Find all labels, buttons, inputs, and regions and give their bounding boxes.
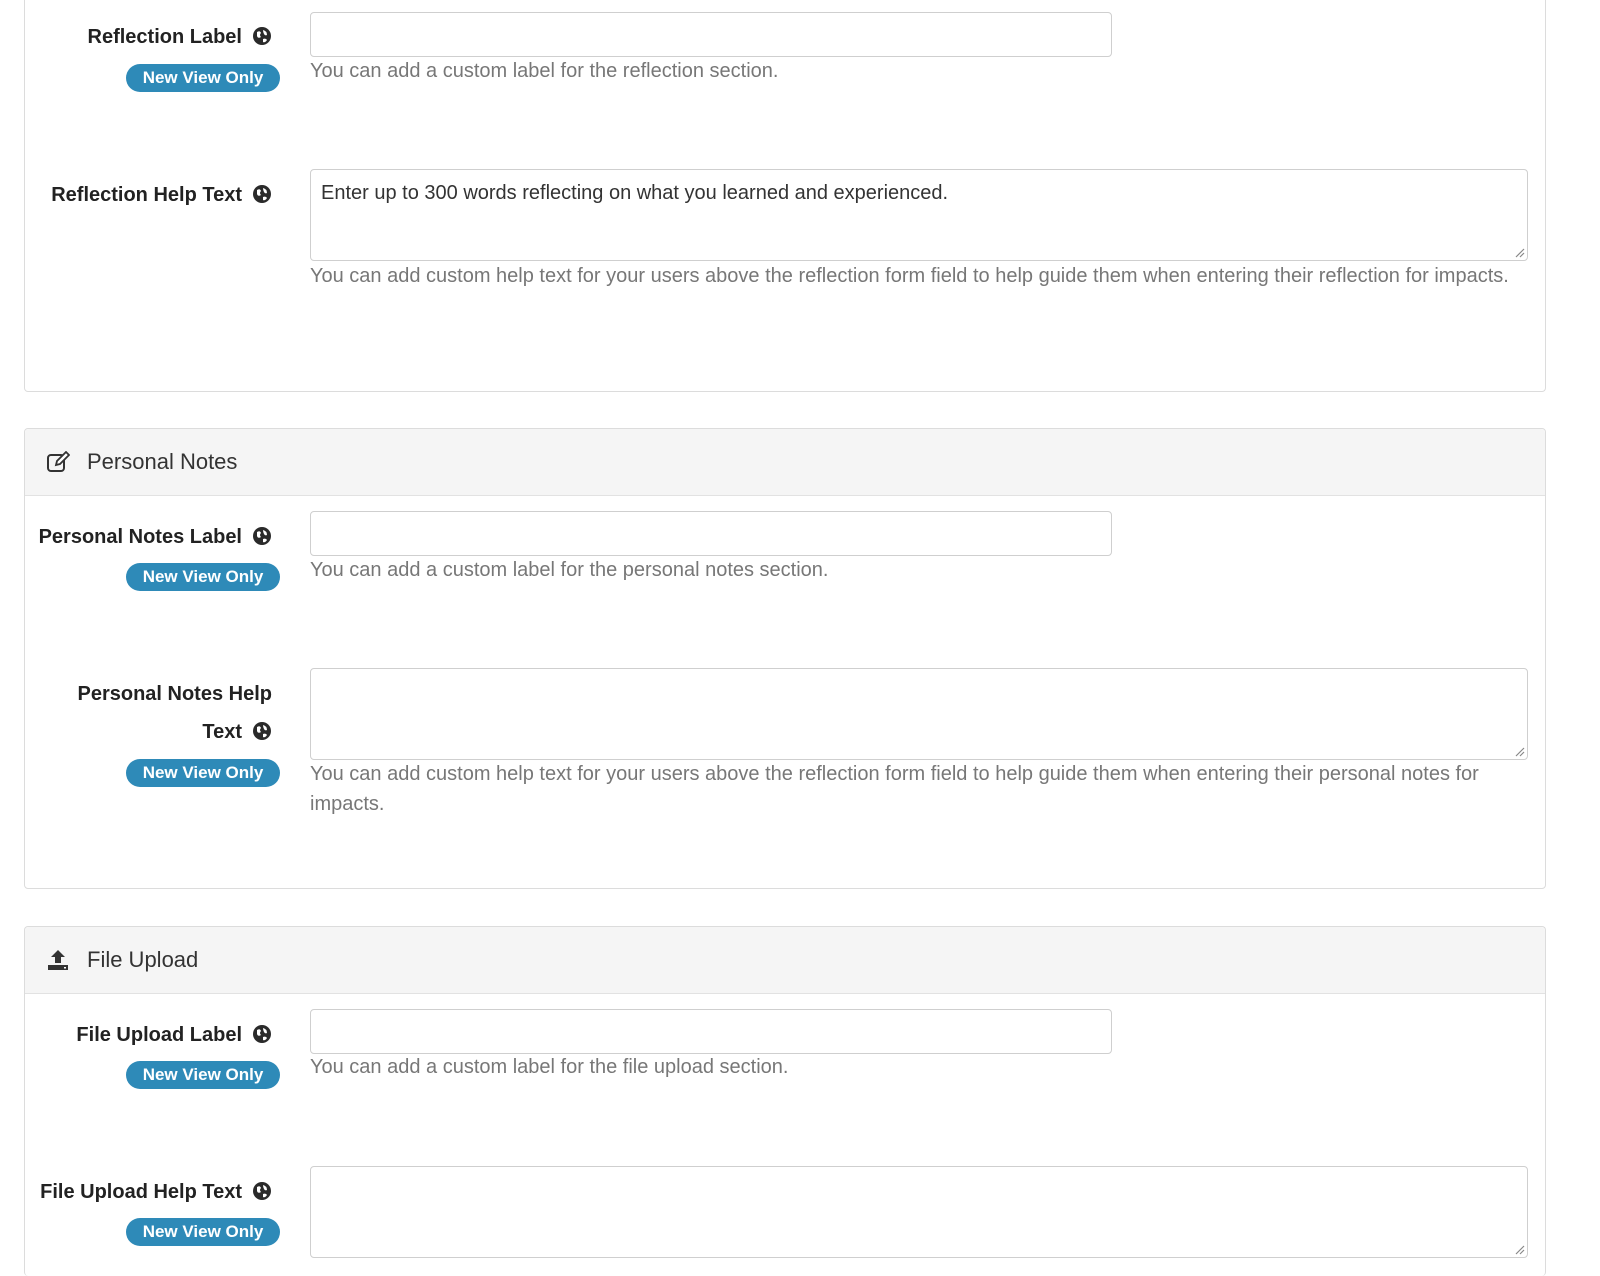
globe-icon — [253, 721, 271, 740]
globe-icon — [253, 1181, 271, 1200]
file-upload-heading: File Upload — [25, 927, 1545, 994]
reflection-help-text-label-text: Reflection Help Text — [51, 184, 242, 206]
file-upload-label-help: You can add a custom label for the file … — [310, 1056, 789, 1078]
globe-icon — [253, 184, 271, 203]
new-view-only-badge: New View Only — [126, 759, 280, 787]
personal-notes-help-text-textarea[interactable] — [310, 668, 1528, 760]
personal-notes-help-text-help: You can add custom help text for your us… — [310, 763, 1479, 815]
new-view-only-badge: New View Only — [126, 1061, 280, 1089]
reflection-label-help: You can add a custom label for the refle… — [310, 60, 779, 82]
personal-notes-label-label: Personal Notes Label — [39, 518, 272, 556]
reflection-help-text-label: Reflection Help Text — [51, 176, 272, 214]
resize-grip-icon[interactable] — [1513, 745, 1525, 757]
reflection-help-text-textarea[interactable]: Enter up to 300 words reflecting on what… — [310, 169, 1528, 261]
file-upload-help-text-label: File Upload Help Text — [40, 1173, 272, 1211]
file-upload-label-input[interactable] — [310, 1009, 1112, 1054]
new-view-only-badge: New View Only — [126, 1218, 280, 1246]
reflection-label-input[interactable] — [310, 12, 1112, 57]
reflection-label-label: Reflection Label — [88, 18, 272, 56]
personal-notes-label-help: You can add a custom label for the perso… — [310, 559, 829, 581]
file-upload-help-text-label-text: File Upload Help Text — [40, 1181, 242, 1203]
file-upload-label-label: File Upload Label — [76, 1016, 272, 1054]
personal-notes-title: Personal Notes — [87, 449, 238, 474]
personal-notes-heading: Personal Notes — [25, 429, 1545, 496]
reflection-help-text-help: You can add custom help text for your us… — [310, 265, 1509, 287]
edit-icon — [45, 449, 71, 475]
globe-icon — [253, 26, 271, 45]
personal-notes-label-input[interactable] — [310, 511, 1112, 556]
personal-notes-label-text: Personal Notes Label — [38, 526, 242, 548]
upload-icon — [45, 947, 71, 973]
personal-notes-help-text-label-line2: Text — [202, 721, 242, 743]
globe-icon — [253, 526, 271, 545]
resize-grip-icon[interactable] — [1513, 1243, 1525, 1255]
new-view-only-badge: New View Only — [126, 64, 280, 92]
reflection-label-text: Reflection Label — [87, 26, 242, 48]
reflection-help-text-value: Enter up to 300 words reflecting on what… — [321, 182, 949, 204]
file-upload-label-text: File Upload Label — [76, 1024, 242, 1046]
file-upload-help-text-textarea[interactable] — [310, 1166, 1528, 1258]
personal-notes-panel: Personal Notes — [24, 428, 1546, 889]
new-view-only-badge: New View Only — [126, 563, 280, 591]
file-upload-title: File Upload — [87, 947, 199, 972]
personal-notes-help-text-label-line1: Personal Notes Help — [77, 683, 272, 705]
personal-notes-help-text-label: Personal Notes Help Text — [77, 675, 272, 751]
resize-grip-icon[interactable] — [1513, 246, 1525, 258]
globe-icon — [253, 1024, 271, 1043]
